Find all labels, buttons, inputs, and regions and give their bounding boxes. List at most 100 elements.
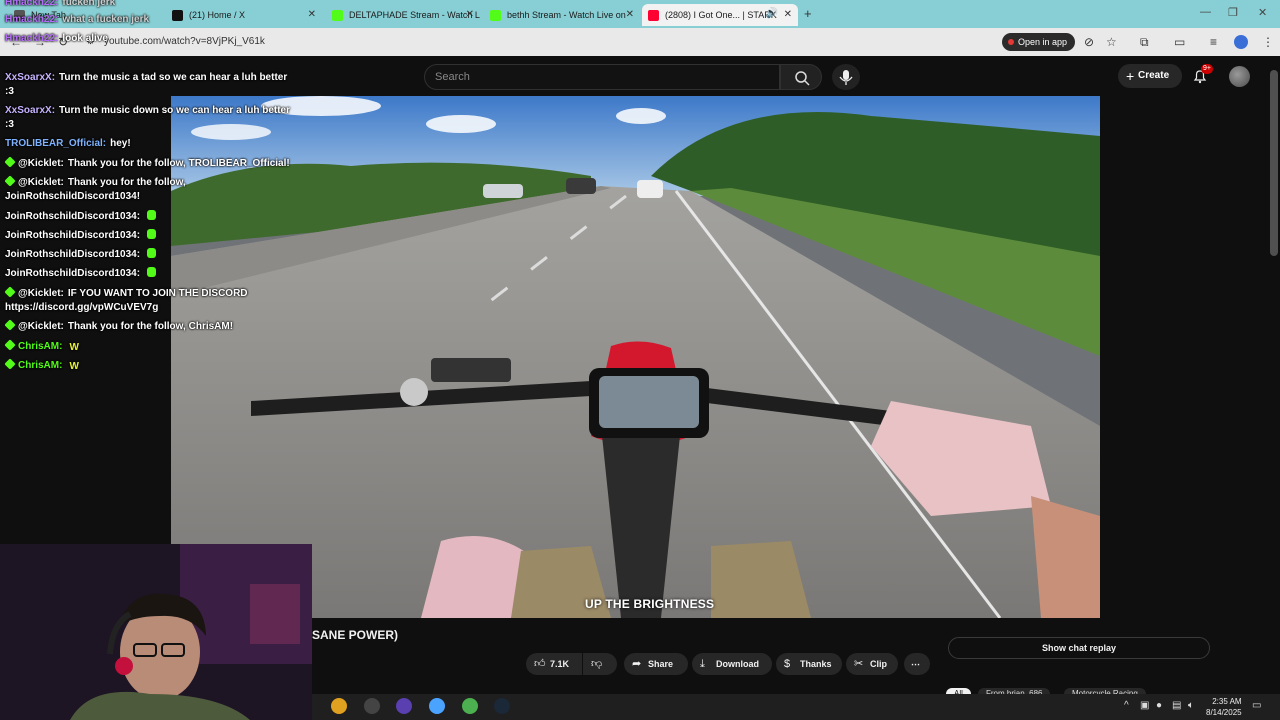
tray-chevron-icon[interactable]: ^ xyxy=(1124,700,1129,711)
bot-badge-icon xyxy=(4,156,16,168)
dislike-button[interactable]: 👎︎ xyxy=(583,653,617,675)
taskbar-clock[interactable]: 2:35 AM 8/14/2025 xyxy=(1206,696,1242,718)
tracking-protection-icon[interactable]: ⊘ xyxy=(1084,35,1094,49)
chat-username: JoinRothschildDiscord1034: xyxy=(5,211,141,222)
obs-taskbar-icon[interactable] xyxy=(364,698,380,714)
tab-label: bethh Stream - Watch Live on xyxy=(507,10,626,20)
clip-button[interactable]: ✂ Clip xyxy=(846,653,898,675)
open-in-app-button[interactable]: Open in app xyxy=(1002,33,1076,51)
like-button[interactable]: 👍︎ 7.1K xyxy=(526,653,582,675)
speaker-icon[interactable]: 🔊 xyxy=(766,8,778,19)
chat-username: ChrisAM: xyxy=(18,341,63,352)
url-field[interactable]: youtube.com/watch?v=8VjPKj_V61k xyxy=(104,36,265,47)
chat-text: hey! xyxy=(110,138,131,149)
kick-icon xyxy=(332,9,343,21)
webcam-overlay xyxy=(0,544,312,720)
account-avatar[interactable] xyxy=(1229,66,1250,87)
tab-x-home[interactable]: (21) Home / X ✕ xyxy=(166,4,322,26)
steam-taskbar-icon[interactable] xyxy=(494,698,510,714)
download-button[interactable]: ⤓ Download xyxy=(692,653,772,675)
close-window-icon[interactable]: ✕ xyxy=(1258,6,1267,19)
chat-message: JoinRothschildDiscord1034: xyxy=(5,210,157,224)
emote-icon xyxy=(147,229,157,239)
extensions-icon[interactable]: ⧉ xyxy=(1140,35,1149,50)
tab-youtube-video[interactable]: (2808) I Got One... | STARK 🔊 ✕ xyxy=(642,4,798,26)
share-label: Share xyxy=(648,659,674,669)
video-caption: UP THE BRIGHTNESS xyxy=(585,597,715,611)
emote-icon xyxy=(147,267,157,277)
create-button[interactable]: + Create xyxy=(1118,64,1182,88)
tab-deltaphade-stream[interactable]: DELTAPHADE Stream - Watch L ✕ xyxy=(326,4,480,26)
subscriber-badge-icon xyxy=(4,339,16,351)
site-info-icon[interactable]: ⚙ xyxy=(86,36,95,47)
tray-network-icon[interactable]: ▤ xyxy=(1172,700,1181,711)
close-tab-icon[interactable]: ✕ xyxy=(308,9,316,20)
more-actions-button[interactable]: ⋯ xyxy=(904,653,930,675)
windows-taskbar xyxy=(312,694,1280,720)
chat-message: JoinRothschildDiscord1034: xyxy=(5,267,157,281)
tab-label: (21) Home / X xyxy=(189,10,246,20)
cast-icon[interactable]: ▭ xyxy=(1174,35,1185,49)
search-button[interactable] xyxy=(780,64,822,90)
page-scrollbar[interactable] xyxy=(1270,70,1278,256)
thumbs-up-icon: 👍︎ xyxy=(534,658,546,670)
screen: New Tab (21) Home / X ✕ DELTAPHADE Strea… xyxy=(0,0,1280,720)
chat-message: JoinRothschildDiscord1034: xyxy=(5,229,157,243)
show-chat-replay-button[interactable]: Show chat replay xyxy=(948,637,1210,659)
tab-label: (2808) I Got One... | STARK xyxy=(665,10,777,20)
tray-volume-icon[interactable]: 🔈︎ xyxy=(1188,700,1194,711)
new-tab-icon[interactable]: + xyxy=(804,6,812,21)
chat-message: JoinRothschildDiscord1034: xyxy=(5,248,157,262)
share-button[interactable]: ➦ Share xyxy=(624,653,688,675)
search-icon xyxy=(795,71,810,86)
like-count: 7.1K xyxy=(550,659,570,669)
scissors-icon: ✂ xyxy=(854,658,864,670)
app-taskbar-icon[interactable] xyxy=(396,698,412,714)
close-tab-icon[interactable]: ✕ xyxy=(466,9,474,20)
reload-icon[interactable]: ↻ xyxy=(58,35,68,49)
tray-display-icon[interactable]: ▣ xyxy=(1140,700,1149,711)
chat-message: ChrisAM: W xyxy=(4,358,79,373)
menu-lines-icon[interactable]: ≡ xyxy=(1210,35,1217,49)
bot-badge-icon xyxy=(4,175,16,187)
thumbs-down-icon: 👎︎ xyxy=(591,658,603,670)
tab-new-tab[interactable]: New Tab xyxy=(8,4,160,26)
maximize-icon[interactable]: ❐ xyxy=(1228,6,1238,19)
video-player[interactable]: UP THE BRIGHTNESS xyxy=(171,96,1100,618)
chrome-icon xyxy=(14,9,25,21)
minimize-icon[interactable]: — xyxy=(1200,6,1211,18)
emote-icon xyxy=(147,248,157,258)
tab-bethh-stream[interactable]: bethh Stream - Watch Live on ✕ xyxy=(484,4,640,26)
more-horizontal-icon: ⋯ xyxy=(911,659,920,669)
chat-username: @Kicklet: xyxy=(18,177,64,188)
chat-username: JoinRothschildDiscord1034: xyxy=(5,230,141,241)
forward-icon[interactable]: → xyxy=(34,35,46,49)
tab-label: DELTAPHADE Stream - Watch L xyxy=(349,10,480,20)
chat-username: ChrisAM: xyxy=(18,360,63,371)
chat-text: Thank you for the follow, JoinRothschild… xyxy=(5,177,186,202)
close-tab-icon[interactable]: ✕ xyxy=(784,9,792,20)
youtube-header: Search + Create 9+ xyxy=(0,56,1280,96)
notification-count-badge: 9+ xyxy=(1201,64,1213,74)
search-input[interactable]: Search xyxy=(424,64,780,90)
tray-mic-icon[interactable]: ● xyxy=(1156,700,1162,711)
kebab-menu-icon[interactable]: ⋮ xyxy=(1262,35,1274,49)
app-taskbar-icon[interactable] xyxy=(429,698,445,714)
clock-time: 2:35 AM xyxy=(1212,697,1242,706)
plus-icon: + xyxy=(1126,68,1135,84)
x-logo-icon xyxy=(172,9,183,21)
thanks-button[interactable]: $ Thanks xyxy=(776,653,842,675)
microphone-icon xyxy=(839,70,853,85)
close-tab-icon[interactable]: ✕ xyxy=(626,9,634,20)
back-icon[interactable]: ← xyxy=(10,35,22,49)
chrome-taskbar-icon[interactable] xyxy=(331,698,347,714)
webcam-feed xyxy=(0,544,312,720)
chat-username: @Kicklet: xyxy=(18,288,64,299)
profile-avatar-icon[interactable] xyxy=(1234,35,1248,49)
notifications-icon[interactable]: ▭ xyxy=(1252,700,1261,711)
chat-username: @Kicklet: xyxy=(18,158,64,169)
voice-search-button[interactable] xyxy=(832,64,860,90)
bookmark-star-icon[interactable]: ☆ xyxy=(1106,35,1117,49)
w-emote-icon: W xyxy=(69,361,79,372)
chrome-active-taskbar-icon[interactable] xyxy=(462,698,478,714)
